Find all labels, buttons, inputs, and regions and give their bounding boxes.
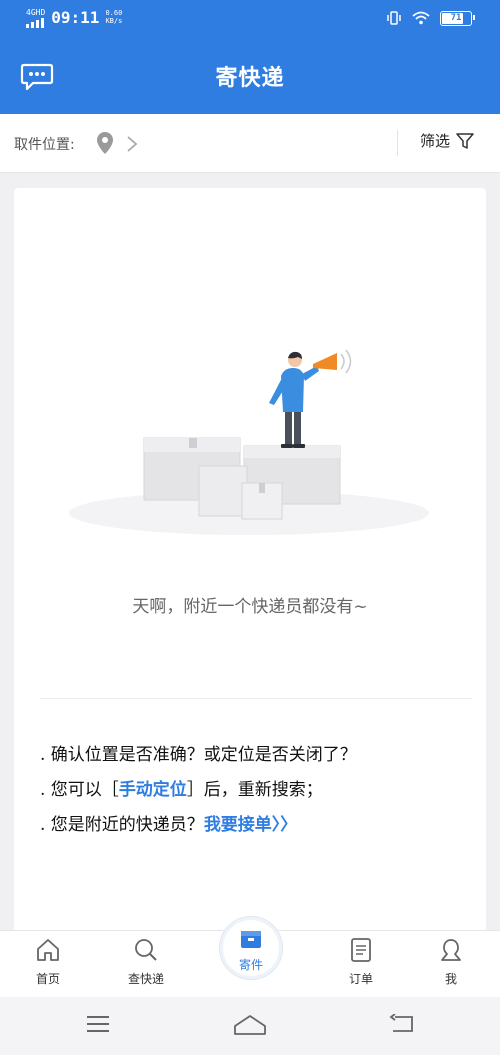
- tip-check-location: . 确认位置是否准确？或定位是否关闭了？: [40, 745, 357, 765]
- filter-label: 筛选: [420, 132, 451, 150]
- home-icon: [37, 939, 59, 961]
- battery-icon: 71: [440, 10, 475, 26]
- accept-orders-link[interactable]: 我要接单〉〉: [204, 815, 298, 835]
- pickup-location-label: 取件位置:: [14, 137, 75, 153]
- package-icon: [241, 931, 261, 948]
- funnel-icon: [456, 132, 474, 149]
- tab-home[interactable]: 首页: [18, 937, 78, 987]
- status-bar: 4GHD 09:11 0.60 KB/s 71: [0, 0, 500, 38]
- tab-orders[interactable]: 订单: [331, 937, 391, 987]
- manual-locate-link[interactable]: 手动定位: [119, 780, 187, 800]
- wifi-icon: [412, 11, 430, 25]
- tip-courier: . 您是附近的快递员？我要接单〉〉: [40, 815, 298, 835]
- filter-button[interactable]: 筛选: [420, 130, 474, 151]
- signal-indicator: 4GHD: [26, 9, 45, 28]
- empty-courier-illustration: [69, 349, 429, 535]
- location-pin-icon[interactable]: [96, 131, 114, 155]
- vibrate-icon: [387, 11, 401, 25]
- home-nav-icon[interactable]: [233, 1014, 267, 1036]
- signal-bars-icon: [26, 18, 45, 28]
- filter-bar: 取件位置: 筛选: [0, 114, 500, 173]
- document-icon: [351, 938, 371, 962]
- tab-track-package[interactable]: 查快递: [116, 937, 176, 987]
- chevron-right-icon[interactable]: [126, 135, 138, 153]
- network-type: 4GHD: [26, 8, 46, 17]
- tips-list: . 确认位置是否准确？或定位是否关闭了？ . 您可以［手动定位］后，重新搜索； …: [40, 738, 357, 843]
- user-icon: [441, 939, 461, 961]
- divider: [40, 698, 472, 699]
- page-title: 寄快递: [215, 66, 285, 91]
- search-icon: [135, 939, 157, 961]
- clock-time: 09:11: [51, 8, 100, 27]
- divider: [397, 130, 398, 156]
- tab-send-package[interactable]: 寄件: [219, 916, 283, 980]
- tip-manual-locate: . 您可以［手动定位］后，重新搜索；: [40, 780, 323, 800]
- tab-me[interactable]: 我: [421, 937, 481, 987]
- back-icon[interactable]: [389, 1014, 415, 1034]
- main-card: 天啊，附近一个快递员都没有~ . 确认位置是否准确？或定位是否关闭了？ . 您可…: [14, 188, 486, 948]
- menu-icon[interactable]: [86, 1014, 110, 1034]
- empty-state-message: 天啊，附近一个快递员都没有~: [132, 597, 368, 617]
- network-speed: 0.60 KB/s: [105, 9, 123, 25]
- app-header: 寄快递: [0, 38, 500, 114]
- system-nav-bar: [0, 997, 500, 1055]
